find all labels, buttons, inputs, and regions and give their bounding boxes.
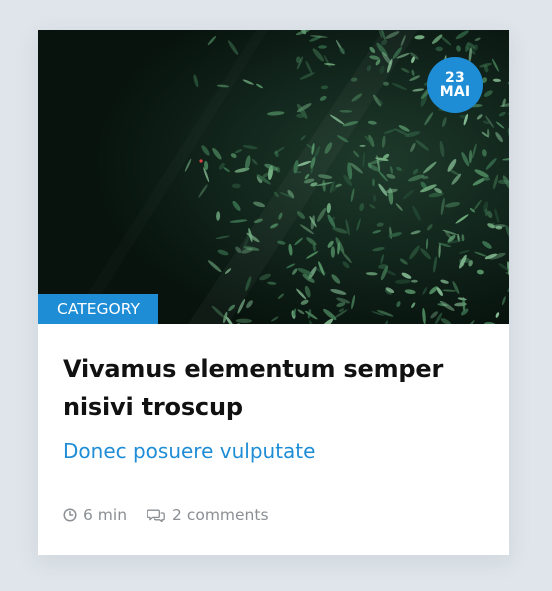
comments-label: 2 comments [172, 506, 269, 524]
post-subtitle-link[interactable]: Donec posuere vulputate [63, 437, 484, 465]
leaf [330, 246, 335, 258]
date-day: 23 [445, 70, 465, 86]
date-month: MAI [439, 84, 471, 100]
date-badge: 23 MAI [427, 57, 483, 113]
read-time: 6 min [63, 506, 127, 524]
post-thumbnail[interactable]: 23 MAI CATEGORY [38, 30, 509, 324]
post-title[interactable]: Vivamus elementum semper nisivi troscup [63, 350, 484, 426]
comments-count[interactable]: 2 comments [147, 506, 269, 524]
post-meta: 6 min 2 comments [63, 506, 269, 524]
post-card: 23 MAI CATEGORY Vivamus elementum semper… [38, 30, 509, 555]
clock-icon [63, 508, 77, 522]
comments-icon [147, 509, 165, 522]
leaf [372, 178, 375, 187]
read-time-label: 6 min [83, 506, 128, 524]
category-label[interactable]: CATEGORY [38, 294, 158, 324]
leaf [410, 279, 418, 283]
